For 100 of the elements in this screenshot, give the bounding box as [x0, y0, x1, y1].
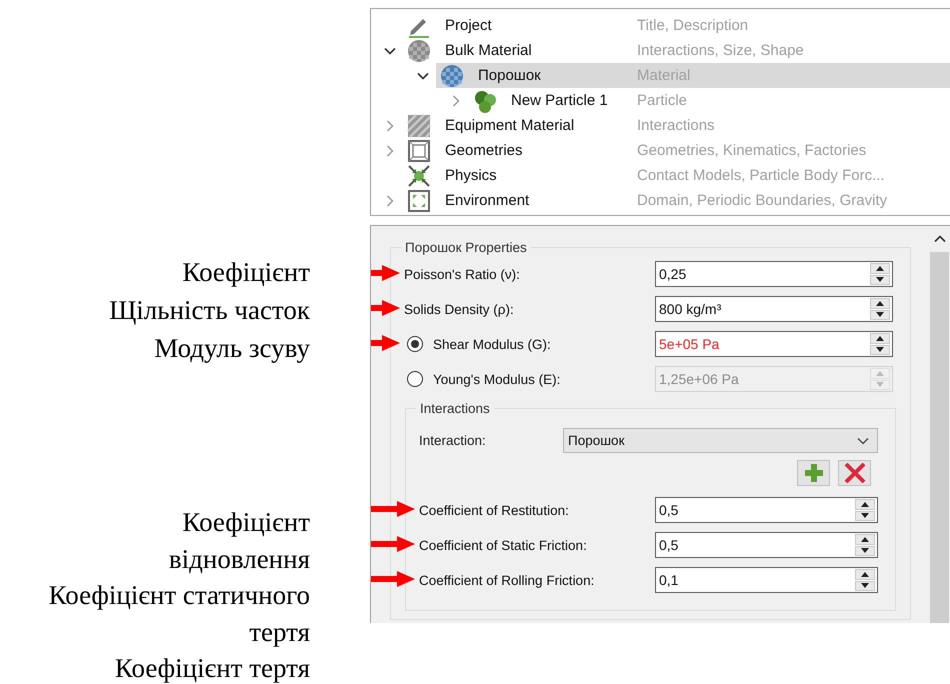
chevron-up-icon [934, 235, 946, 243]
sphere-icon [407, 38, 431, 62]
field-label: Solids Density (ρ): [404, 302, 514, 316]
triangle-down-icon [861, 548, 869, 554]
triangle-up-icon [861, 536, 869, 542]
item-name: Environment [445, 192, 530, 209]
annotation-text: Коефіцієнт тертя [114, 652, 310, 684]
triangle-up-icon [876, 370, 884, 376]
item-description: Material [637, 67, 690, 84]
item-description: Particle [637, 92, 688, 109]
group-title: Interactions [419, 401, 491, 416]
add-button[interactable] [797, 460, 830, 486]
field-value: 1,25e+06 Pa [658, 371, 740, 387]
field-value: 0,5 [658, 502, 680, 518]
annotation-text: Коефіцієнт [181, 256, 310, 289]
chevron-down-icon[interactable] [384, 46, 396, 54]
field-label: Poisson's Ratio (ν): [404, 266, 520, 282]
item-name: New Particle 1 [511, 92, 609, 109]
chevron-down-icon [857, 436, 869, 444]
item-description: Domain, Periodic Boundaries, Gravity [637, 192, 888, 209]
tree-item[interactable]: Bulk Material Interactions, Size, Shape [403, 38, 950, 63]
arrows-icon [407, 164, 431, 188]
tree-item[interactable]: New Particle 1 Particle [469, 88, 950, 113]
annotation-text: Коефіцієнт статичного [48, 579, 310, 612]
annotation-text: тертя [248, 616, 310, 649]
delete-button[interactable] [838, 460, 871, 486]
hatched-square-icon [407, 114, 431, 138]
annotation-text: Щільність часток [108, 294, 310, 327]
field-value: 800 kg/m³ [658, 301, 722, 317]
tree-item[interactable]: Environment Domain, Periodic Boundaries, Gravity [403, 188, 950, 213]
spin-up-button[interactable] [870, 333, 890, 344]
item-description: Geometries, Kinematics, Factories [637, 142, 866, 159]
spin-down-button[interactable] [855, 546, 875, 556]
frame-icon [407, 138, 431, 162]
chevron-right-icon[interactable] [386, 194, 394, 206]
tree-item[interactable]: Geometries Geometries, Kinematics, Factories [403, 138, 950, 163]
spin-up-button[interactable] [870, 298, 890, 308]
chevron-right-icon[interactable] [386, 120, 394, 132]
number-field[interactable]: 0,1 [655, 567, 878, 593]
triangle-down-icon [861, 513, 869, 518]
number-field[interactable]: 0,5 [655, 497, 878, 523]
field-value: 0,1 [658, 572, 680, 588]
number-field[interactable]: 0,25 [655, 261, 893, 287]
tree-item[interactable]: Equipment Material Interactions [403, 113, 950, 138]
triangle-up-icon [876, 266, 884, 271]
triangle-up-icon [876, 336, 884, 341]
particles-icon [473, 88, 497, 112]
chevron-right-icon[interactable] [452, 94, 460, 106]
field-value: 5e+05 Pa [658, 336, 720, 352]
annotation-text: Модуль зсуву [153, 332, 310, 365]
chevron-right-icon[interactable] [386, 144, 394, 156]
scroll-thumb[interactable] [930, 252, 949, 623]
field-label: Coefficient of Static Friction: [419, 538, 587, 552]
item-description: Title, Description [637, 17, 748, 34]
spin-down-button[interactable] [870, 344, 890, 355]
triangle-down-icon [876, 382, 884, 388]
field-label: Coefficient of Restitution: [419, 502, 569, 518]
close-icon [844, 463, 866, 483]
field-label: Shear Modulus (G): [433, 336, 551, 352]
triangle-down-icon [876, 277, 884, 282]
item-description: Interactions [637, 117, 715, 134]
field-value: 0,5 [658, 537, 680, 553]
spin-up-button[interactable] [855, 569, 875, 580]
field-label: Young's Modulus (E): [433, 372, 560, 386]
spin-up-button[interactable] [855, 499, 875, 510]
field-label: Coefficient of Rolling Friction: [419, 572, 594, 588]
annotation-text: Коефіцієнт [181, 506, 310, 539]
number-field[interactable]: 0,5 [655, 532, 878, 558]
item-name: Bulk Material [445, 42, 533, 59]
triangle-up-icon [861, 572, 869, 577]
item-description: Contact Models, Particle Body Forc... [637, 167, 885, 184]
annotation-text: відновлення [168, 542, 310, 576]
sphere-icon [440, 64, 464, 88]
number-field[interactable]: 5e+05 Pa [655, 331, 893, 357]
tree-item[interactable]: Physics Contact Models, Particle Body Forc... [403, 163, 950, 188]
item-name: Physics [445, 167, 498, 184]
spin-up-button[interactable] [855, 534, 875, 544]
triangle-up-icon [861, 502, 869, 507]
item-name: Порошок [478, 67, 542, 84]
expand-icon [407, 188, 431, 212]
item-name: Project [445, 17, 493, 34]
number-field[interactable]: 800 kg/m³ [655, 296, 893, 322]
chevron-down-icon[interactable] [417, 72, 429, 80]
spin-up-button[interactable] [870, 263, 890, 274]
tree-item[interactable]: Project Title, Description [403, 13, 950, 38]
spin-down-button[interactable] [870, 310, 890, 320]
spin-down-button[interactable] [855, 510, 875, 521]
radio-button[interactable] [407, 336, 423, 352]
interaction-dropdown[interactable]: Порошок [563, 428, 878, 453]
item-name: Geometries [445, 142, 524, 159]
field-label: Interaction: [419, 433, 487, 448]
item-name: Equipment Material [445, 117, 576, 134]
item-description: Interactions, Size, Shape [637, 42, 804, 59]
spin-down-button[interactable] [855, 580, 875, 591]
triangle-up-icon [876, 300, 884, 306]
triangle-down-icon [876, 347, 884, 352]
plus-icon [804, 463, 824, 483]
spin-down-button[interactable] [870, 274, 890, 285]
group-title: Порошок Properties [404, 240, 528, 255]
tree-item[interactable]: Порошок Material [436, 63, 950, 88]
